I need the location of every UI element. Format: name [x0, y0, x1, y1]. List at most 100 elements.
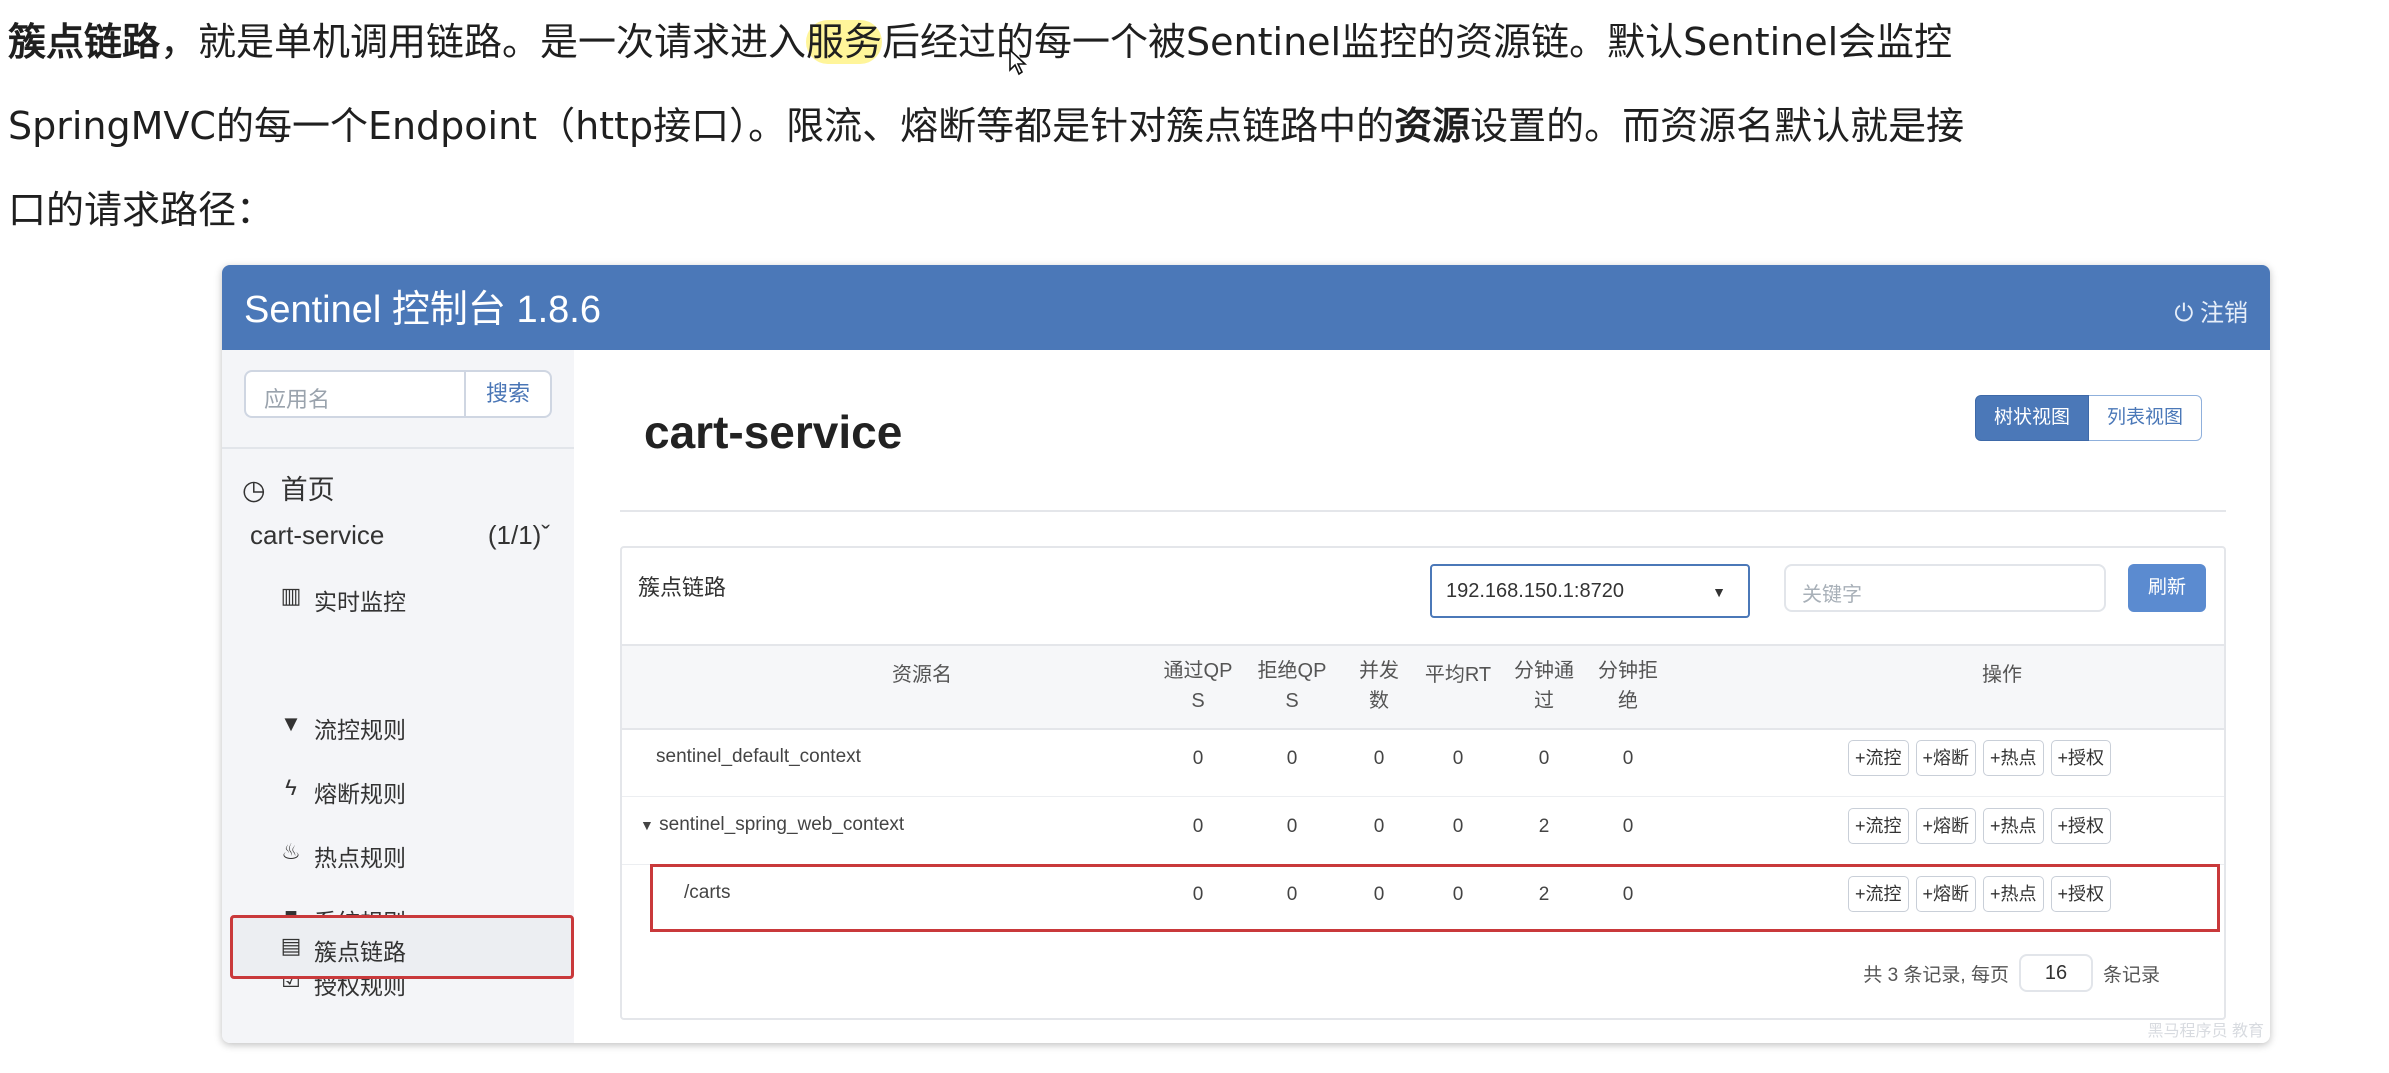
row-actions: +流控 +熔断 +热点 +授权 — [1848, 808, 2112, 844]
intro-bold-resource: 资源 — [1394, 104, 1471, 148]
pass-qps-cell: 0 — [1192, 884, 1204, 905]
footer-suffix: 条记录 — [2102, 964, 2160, 986]
top-navbar: Sentinel 控制台 1.8.6 ⏻ 注销 — [222, 265, 2270, 350]
column-header: 拒绝QP S — [1257, 660, 1327, 712]
filter-icon: ▼ — [280, 711, 302, 736]
bar-chart-icon: ▥ — [280, 583, 302, 608]
sidebar-item-label: 熔断规则 — [314, 781, 406, 807]
avg-rt-cell: 0 — [1452, 748, 1464, 769]
sidebar-item-degrade-rules[interactable]: ϟ 熔断规则 — [222, 757, 574, 821]
minute-block-cell: 0 — [1622, 748, 1634, 769]
add-degrade-rule-button[interactable]: +熔断 — [1915, 876, 1977, 912]
sidebar-item-hotspot-rules[interactable]: ♨ 热点规则 — [222, 821, 574, 885]
row-actions: +流控 +熔断 +热点 +授权 — [1848, 740, 2112, 776]
machine-select[interactable]: 192.168.150.1:8720 ▼ — [1430, 564, 1750, 618]
tree-view-button[interactable]: 树状视图 — [1974, 395, 2089, 441]
sentinel-console-screenshot: Sentinel 控制台 1.8.6 ⏻ 注销 应用名 搜索 ◷ 首页 cart… — [222, 265, 2270, 1043]
block-qps-cell: 0 — [1286, 748, 1298, 769]
column-header: 资源名 — [892, 664, 952, 686]
sidebar-item-label: 热点规则 — [314, 845, 406, 871]
sidebar-divider — [222, 447, 574, 449]
intro-text: 口的请求路径： — [8, 188, 275, 232]
list-icon: ▤ — [280, 933, 302, 958]
main-content: cart-service 树状视图 列表视图 簇点链路 192.168.150.… — [574, 350, 2270, 1043]
minute-pass-cell: 2 — [1538, 884, 1550, 905]
minute-block-cell: 0 — [1622, 884, 1634, 905]
resource-name: /carts — [684, 882, 731, 903]
intro-text: ，就是单机调用链路。是一次请求进入 — [160, 20, 807, 64]
logout-icon: ⏻ — [2174, 300, 2194, 327]
pagination-footer: 共 3 条记录, 每页 16 条记录 — [1863, 954, 2160, 992]
resource-name[interactable]: ▼ sentinel_spring_web_context — [640, 814, 904, 836]
title-divider — [620, 510, 2226, 512]
column-header: 操作 — [1982, 664, 2022, 686]
add-hotspot-rule-button[interactable]: +热点 — [1983, 876, 2044, 912]
view-toggle: 树状视图 列表视图 — [1974, 395, 2202, 441]
add-authority-rule-button[interactable]: +授权 — [2050, 740, 2112, 776]
sidebar-item-label: 首页 — [280, 475, 335, 505]
pass-qps-cell: 0 — [1192, 748, 1204, 769]
add-degrade-rule-button[interactable]: +熔断 — [1915, 808, 1977, 844]
block-qps-cell: 0 — [1286, 884, 1298, 905]
threads-cell: 0 — [1373, 884, 1385, 905]
machine-value: 192.168.150.1:8720 — [1446, 580, 1624, 602]
add-authority-rule-button[interactable]: +授权 — [2050, 876, 2112, 912]
table-row: ▼ sentinel_spring_web_context 0 0 0 0 2 … — [622, 796, 2224, 865]
table-row: sentinel_default_context 0 0 0 0 0 0 +流控… — [622, 728, 2224, 797]
add-hotspot-rule-button[interactable]: +热点 — [1983, 740, 2044, 776]
column-header: 分钟通 过 — [1514, 660, 1574, 712]
column-header: 并发 数 — [1359, 660, 1399, 712]
pass-qps-cell: 0 — [1192, 816, 1204, 837]
page-title: cart-service — [644, 406, 903, 458]
logout-label: 注销 — [2200, 300, 2248, 327]
add-authority-rule-button[interactable]: +授权 — [2050, 808, 2112, 844]
sidebar-item-home[interactable]: ◷ 首页 — [242, 468, 335, 507]
mouse-cursor-icon — [1009, 48, 1028, 76]
sidebar-item-label: 簇点链路 — [314, 939, 406, 965]
resource-name: sentinel_default_context — [656, 746, 861, 767]
add-flow-rule-button[interactable]: +流控 — [1848, 876, 1909, 912]
app-instance-count: (1/1)ˇ — [487, 520, 550, 550]
list-view-button[interactable]: 列表视图 — [2088, 395, 2202, 441]
app-name: cart-service — [250, 520, 385, 550]
intro-paragraph: 簇点链路，就是单机调用链路。是一次请求进入服务后经过的每一个被Sentinel监… — [8, 0, 2378, 252]
intro-text: 设置的。而资源名默认就是接 — [1470, 104, 1965, 148]
intro-text: SpringMVC的每一个Endpoint（http接口）。限流、熔断等都是针对… — [8, 104, 1395, 148]
table-header: 资源名 通过QP S 拒绝QP S 并发 数 平均RT 分钟通 过 分钟拒 绝 … — [622, 644, 2224, 730]
row-actions: +流控 +熔断 +热点 +授权 — [1848, 876, 2112, 912]
caret-expanded-icon[interactable]: ▼ — [640, 817, 654, 833]
add-flow-rule-button[interactable]: +流控 — [1848, 740, 1909, 776]
sidebar-item-realtime-monitor[interactable]: ▥ 实时监控 — [222, 565, 574, 629]
block-qps-cell: 0 — [1286, 816, 1298, 837]
column-header: 平均RT — [1424, 664, 1492, 686]
minute-block-cell: 0 — [1622, 816, 1634, 837]
sidebar-item-cluster-chain-active[interactable]: ▤ 簇点链路 — [230, 915, 574, 979]
chevron-down-icon: ˇ — [541, 520, 550, 550]
search-button[interactable]: 搜索 — [464, 370, 552, 418]
logout-link[interactable]: ⏻ 注销 — [2174, 293, 2248, 328]
refresh-button[interactable]: 刷新 — [2128, 564, 2206, 612]
intro-highlight: 服务 — [806, 20, 883, 64]
intro-bold-term: 簇点链路 — [8, 20, 161, 64]
threads-cell: 0 — [1373, 816, 1385, 837]
app-menu-cart-service[interactable]: cart-service (1/1)ˇ — [250, 520, 550, 551]
column-header: 分钟拒 绝 — [1598, 660, 1658, 712]
minute-pass-cell: 0 — [1538, 748, 1550, 769]
dashboard-icon: ◷ — [242, 475, 266, 505]
sidebar-item-label: 流控规则 — [314, 717, 406, 743]
table-row-highlighted: /carts 0 0 0 0 2 0 +流控 +熔断 +热点 +授权 — [650, 864, 2220, 932]
console-title: Sentinel 控制台 1.8.6 — [244, 289, 601, 331]
avg-rt-cell: 0 — [1452, 816, 1464, 837]
add-degrade-rule-button[interactable]: +熔断 — [1915, 740, 1977, 776]
page-size-input[interactable]: 16 — [2018, 954, 2093, 992]
app-search-input[interactable]: 应用名 — [244, 370, 464, 418]
sidebar-item-flow-rules[interactable]: ▼ 流控规则 — [222, 693, 574, 757]
watermark: 黑马程序员 教育 — [2147, 1023, 2264, 1040]
footer-prefix: 共 3 条记录, 每页 — [1863, 964, 2009, 986]
intro-text: 后经过的每一个被Sentinel监控的资源链。默认Sentinel会监控 — [882, 20, 1953, 64]
minute-pass-cell: 2 — [1538, 816, 1550, 837]
keyword-input[interactable]: 关键字 — [1784, 564, 2106, 612]
add-flow-rule-button[interactable]: +流控 — [1848, 808, 1909, 844]
add-hotspot-rule-button[interactable]: +热点 — [1983, 808, 2044, 844]
avg-rt-cell: 0 — [1452, 884, 1464, 905]
